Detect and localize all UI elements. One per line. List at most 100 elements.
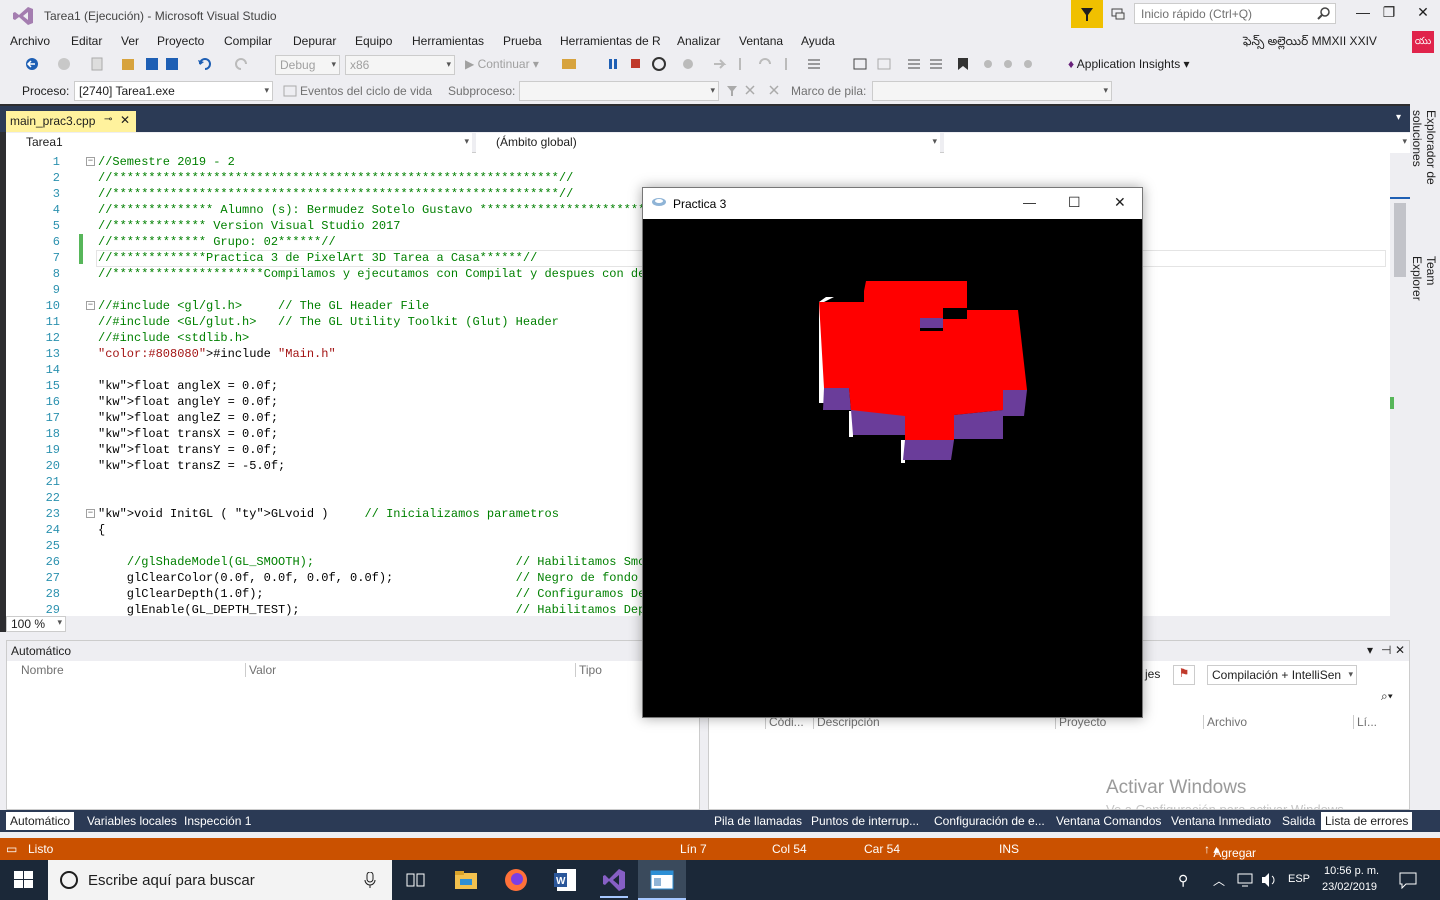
- avatar[interactable]: యు: [1412, 31, 1434, 53]
- scope-nav-combo[interactable]: (Ámbito global) ▾: [476, 133, 940, 153]
- error-col-line[interactable]: Lí...: [1353, 715, 1377, 729]
- code-line[interactable]: "kw">float transX = 0.0f;: [98, 427, 278, 441]
- file-explorer-icon[interactable]: [454, 869, 478, 891]
- pin-icon[interactable]: ⊸: [104, 114, 112, 125]
- menu-archivo[interactable]: Archivo: [10, 34, 50, 48]
- maximize-button[interactable]: ❐: [1374, 4, 1404, 24]
- build-filter-combo[interactable]: Compilación + IntelliSen ▾: [1207, 665, 1357, 685]
- code-line[interactable]: //*********************Compilamos y ejec…: [98, 267, 681, 281]
- tab-error-list[interactable]: Lista de errores: [1321, 812, 1413, 830]
- menu-ayuda[interactable]: Ayuda: [801, 34, 835, 48]
- code-line[interactable]: //**************************************…: [98, 187, 573, 201]
- notification-filter-icon[interactable]: [1071, 0, 1103, 28]
- code-line[interactable]: //************** Alumno (s): Bermudez So…: [98, 203, 681, 217]
- menu-herramientas[interactable]: Herramientas: [412, 34, 484, 48]
- menu-prueba[interactable]: Prueba: [503, 34, 542, 48]
- menu-ver[interactable]: Ver: [121, 34, 139, 48]
- code-line[interactable]: //#include <gl/gl.h> // The GL Header Fi…: [98, 299, 429, 313]
- practica-close-button[interactable]: ✕: [1114, 194, 1126, 211]
- network-icon[interactable]: [1236, 872, 1256, 888]
- tab-call-stack[interactable]: Pila de llamadas: [710, 812, 806, 830]
- editor-scrollbar[interactable]: [1390, 153, 1410, 616]
- debug-controls-icon[interactable]: [560, 56, 670, 72]
- tab-output[interactable]: Salida: [1278, 812, 1319, 830]
- panel-pin-icon[interactable]: ⊣: [1381, 643, 1391, 657]
- stack-frame-combo[interactable]: ▾: [872, 81, 1112, 101]
- clock-date[interactable]: 23/02/2019: [1322, 881, 1377, 893]
- code-line[interactable]: //#include <GL/glut.h> // The GL Utility…: [98, 315, 559, 329]
- back-forward-icon[interactable]: [24, 56, 70, 72]
- code-line[interactable]: {: [98, 523, 105, 537]
- fold-toggle-icon[interactable]: −: [86, 301, 95, 310]
- panel-dropdown-icon[interactable]: ▾: [1367, 643, 1373, 657]
- member-nav-combo[interactable]: ▾: [944, 133, 1410, 153]
- misc-toolbar-icons[interactable]: [806, 56, 1056, 72]
- tab-exception-settings[interactable]: Configuración de e...: [930, 812, 1049, 830]
- error-search-icon[interactable]: ⌕▾: [1381, 689, 1393, 704]
- zoom-combo[interactable]: 100 % ▾: [6, 616, 66, 632]
- code-line[interactable]: "kw">float angleY = 0.0f;: [98, 395, 278, 409]
- code-line[interactable]: //************* Grupo: 02******//: [98, 235, 336, 249]
- code-line[interactable]: "kw">float transY = 0.0f;: [98, 443, 278, 457]
- practica-maximize-button[interactable]: ☐: [1068, 194, 1081, 211]
- menu-compilar[interactable]: Compilar: [224, 34, 272, 48]
- code-line[interactable]: //************* Version Visual Studio 20…: [98, 219, 400, 233]
- side-tab-solution-explorer[interactable]: Explorador de soluciones: [1410, 104, 1438, 244]
- people-icon[interactable]: ⚲: [1178, 872, 1188, 889]
- menu-equipo[interactable]: Equipo: [355, 34, 392, 48]
- fold-toggle-icon[interactable]: −: [86, 157, 95, 166]
- menu-analizar[interactable]: Analizar: [677, 34, 720, 48]
- tab-main-prac3[interactable]: main_prac3.cpp ⊸ ✕: [6, 111, 136, 132]
- lifecycle-label[interactable]: Eventos del ciclo de vida: [300, 84, 432, 98]
- autos-col-type[interactable]: Tipo: [575, 663, 602, 677]
- file-actions-icon[interactable]: [90, 56, 185, 72]
- visual-studio-taskbar-icon[interactable]: [602, 868, 626, 892]
- code-line[interactable]: glEnable(GL_DEPTH_TEST); // Habilitamos …: [98, 603, 718, 616]
- undo-redo-icon[interactable]: [196, 56, 266, 72]
- code-line[interactable]: "kw">float angleZ = 0.0f;: [98, 411, 278, 425]
- continue-button[interactable]: ▶ Continuar ▾: [465, 57, 539, 71]
- source-control-button[interactable]: ↑ Agregar al control de código fuente ▴: [1204, 842, 1256, 900]
- quick-launch-input[interactable]: Inicio rápido (Ctrl+Q): [1134, 3, 1336, 24]
- code-line[interactable]: "color:#808080">#include "Main.h": [98, 347, 336, 361]
- project-nav-combo[interactable]: Tarea1 ▾: [6, 133, 472, 153]
- process-combo[interactable]: [2740] Tarea1.exe ▾: [74, 81, 273, 101]
- clock-time[interactable]: 10:56 p. m.: [1324, 865, 1379, 877]
- practica-taskbar-button[interactable]: [638, 860, 686, 900]
- code-line[interactable]: "kw">float angleX = 0.0f;: [98, 379, 278, 393]
- error-partial-label[interactable]: jes: [1145, 667, 1160, 681]
- user-name[interactable]: ఫెన్స్ అల్లెయిర్ MMXII XXIV: [1243, 34, 1377, 51]
- action-center-icon[interactable]: [1398, 871, 1418, 889]
- firefox-icon[interactable]: [504, 868, 528, 892]
- taskbar-search-box[interactable]: Escribe aquí para buscar: [48, 860, 392, 900]
- thread-combo[interactable]: ▾: [519, 81, 719, 101]
- close-button[interactable]: ✕: [1408, 4, 1438, 24]
- tray-chevron-icon[interactable]: ︿: [1213, 872, 1225, 889]
- menu-proyecto[interactable]: Proyecto: [157, 34, 204, 48]
- tab-locals[interactable]: Variables locales: [83, 812, 181, 830]
- code-line[interactable]: "kw">void InitGL ( "ty">GLvoid ) // Inic…: [98, 507, 559, 521]
- task-view-icon[interactable]: [406, 871, 426, 889]
- pixelart-canvas[interactable]: [643, 219, 1142, 717]
- tab-autos[interactable]: Automático: [6, 812, 75, 830]
- step-icons[interactable]: [680, 56, 800, 72]
- close-tab-icon[interactable]: ✕: [120, 113, 130, 127]
- menu-herramientas-r[interactable]: Herramientas de R: [560, 34, 661, 48]
- fold-toggle-icon[interactable]: −: [86, 509, 95, 518]
- menu-ventana[interactable]: Ventana: [739, 34, 783, 48]
- language-indicator[interactable]: ESP: [1288, 873, 1310, 885]
- code-line[interactable]: //**************************************…: [98, 171, 573, 185]
- menu-editar[interactable]: Editar: [71, 34, 102, 48]
- tab-command-window[interactable]: Ventana Comandos: [1052, 812, 1165, 830]
- thread-filter-icons[interactable]: [726, 84, 786, 98]
- config-combo[interactable]: Debug ▾: [275, 55, 340, 75]
- tab-watch1[interactable]: Inspección 1: [180, 812, 255, 830]
- tab-breakpoints[interactable]: Puntos de interrup...: [807, 812, 923, 830]
- autos-col-name[interactable]: Nombre: [21, 663, 64, 677]
- panel-close-icon[interactable]: ✕: [1395, 643, 1405, 657]
- code-line[interactable]: glClearColor(0.0f, 0.0f, 0.0f, 0.0f); //…: [98, 571, 638, 585]
- practica-title-bar[interactable]: Practica 3 — ☐ ✕: [643, 188, 1142, 219]
- code-line[interactable]: //glShadeModel(GL_SMOOTH); // Habilitamo…: [98, 555, 725, 569]
- code-line[interactable]: //#include <stdlib.h>: [98, 331, 249, 345]
- platform-combo[interactable]: x86 ▾: [345, 55, 455, 75]
